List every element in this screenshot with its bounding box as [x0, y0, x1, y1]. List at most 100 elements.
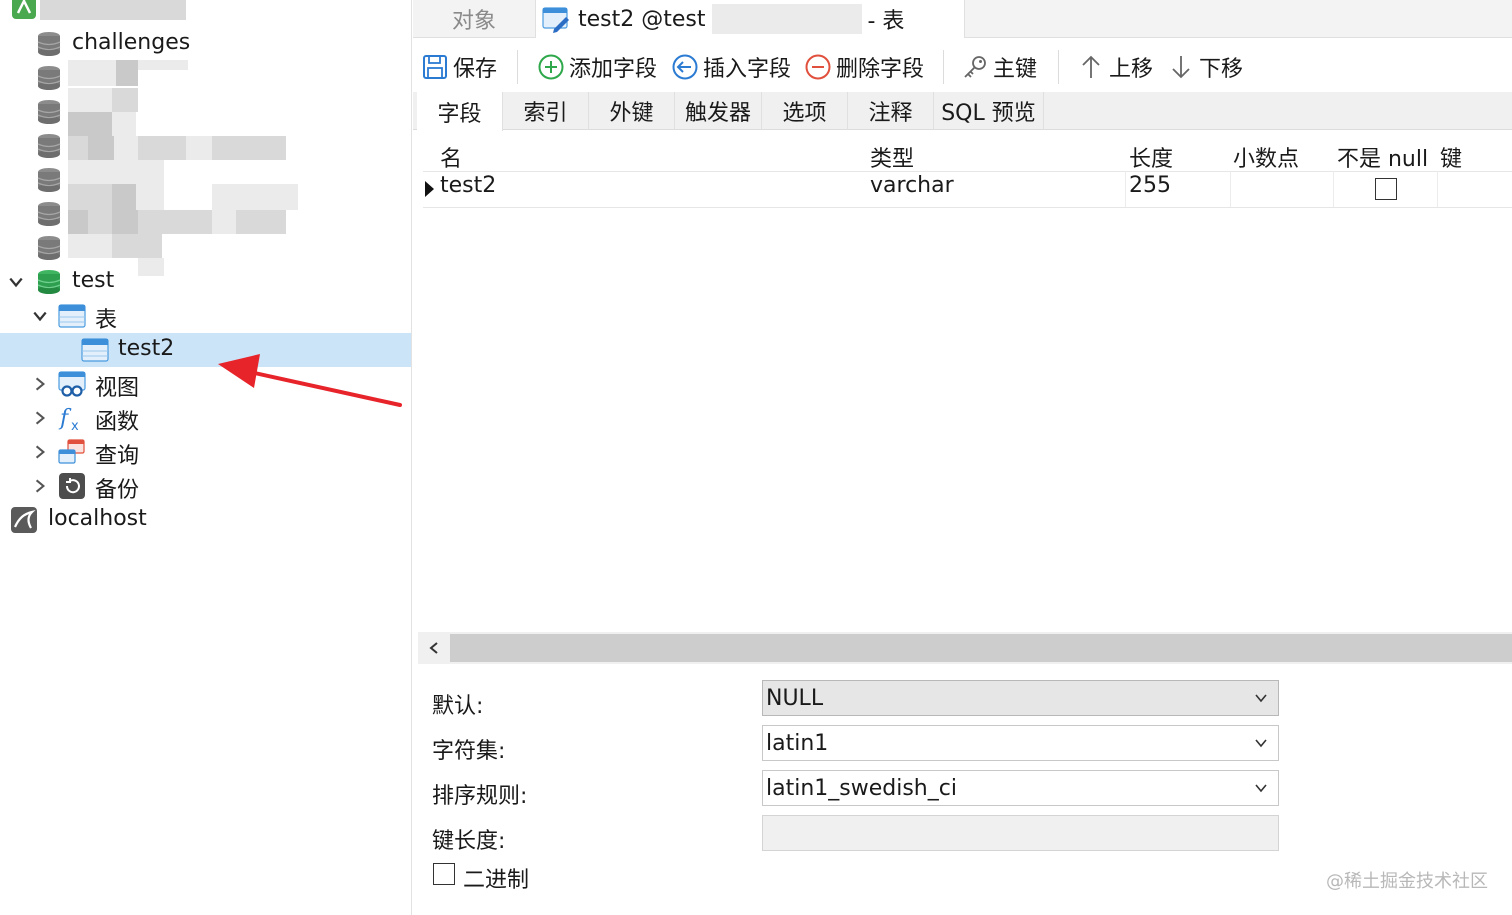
query-icon [58, 439, 85, 464]
primary-key-label: 主键 [993, 57, 1038, 82]
toolbar-divider [1058, 50, 1059, 84]
object-tree[interactable]: challenges test 表 test2 视图 f x 函数 查询 备份 … [0, 0, 412, 915]
delete-field-button[interactable]: 删除字段 [804, 48, 924, 86]
key-icon [964, 56, 986, 78]
cell-type[interactable]: varchar [870, 173, 954, 198]
chevron-down-icon[interactable] [32, 308, 48, 324]
chevron-right-icon[interactable] [32, 410, 48, 426]
column-header-length[interactable]: 长度 [1129, 141, 1173, 173]
tab-indexes-label: 索引 [523, 101, 568, 126]
tab-triggers-label: 触发器 [684, 101, 751, 126]
cell-divider [1230, 171, 1231, 207]
column-header-key[interactable]: 键 [1440, 141, 1462, 173]
column-header-decimals[interactable]: 小数点 [1233, 141, 1299, 173]
table-designer: 对象 test2 @test - 表 保存 添加字段 插入字段 删除字段 主键 … [413, 0, 1512, 915]
tree-db-challenges[interactable]: challenges [0, 27, 411, 61]
tree-db-blurred[interactable] [0, 231, 411, 265]
tab-active-title: test2 @test [578, 6, 706, 32]
cell-length[interactable]: 255 [1129, 173, 1171, 198]
svg-text:x: x [71, 419, 79, 432]
tab-options-label: 选项 [782, 101, 827, 126]
fields-grid[interactable]: 名 类型 长度 小数点 不是 null 键 test2 varchar 255 [413, 131, 1512, 631]
not-null-checkbox[interactable] [1375, 178, 1397, 200]
move-down-label: 下移 [1199, 57, 1244, 82]
remove-circle-icon [805, 54, 831, 80]
tree-label-challenges: challenges [72, 30, 191, 55]
tab-options[interactable]: 选项 [762, 92, 848, 130]
redacted-host [711, 4, 862, 34]
row-pointer-icon [425, 181, 434, 197]
tab-sql-preview-label: SQL 预览 [941, 101, 1036, 126]
tree-group-queries[interactable]: 查询 [0, 435, 411, 469]
cell-divider [1125, 171, 1126, 207]
tab-fields-label: 字段 [437, 101, 482, 127]
tab-triggers[interactable]: 触发器 [675, 92, 762, 130]
primary-key-button[interactable]: 主键 [961, 48, 1037, 86]
tree-db-blurred[interactable] [0, 163, 411, 197]
tab-fields[interactable]: 字段 [417, 92, 503, 131]
collation-select[interactable]: latin1_swedish_ci [762, 770, 1279, 806]
tree-group-backups[interactable]: 备份 [0, 469, 411, 503]
binary-checkbox[interactable] [433, 863, 455, 885]
annotation-arrow-icon [218, 354, 402, 407]
view-icon [58, 371, 86, 397]
tree-connection-localhost[interactable]: localhost [0, 503, 411, 537]
database-icon [37, 134, 61, 158]
toolbar-divider [517, 50, 518, 84]
tree-db-blurred[interactable] [0, 95, 411, 129]
tree-row-connection-blurred[interactable] [0, 0, 411, 24]
scroll-left-icon[interactable] [424, 638, 444, 658]
save-button[interactable]: 保存 [421, 48, 497, 86]
insert-field-label: 插入字段 [703, 57, 792, 82]
database-icon [37, 168, 61, 192]
tab-indexes[interactable]: 索引 [503, 92, 589, 130]
charset-value: latin1 [766, 730, 829, 756]
backup-icon [59, 473, 85, 499]
default-value: NULL [766, 685, 824, 711]
arrow-up-icon [1082, 55, 1100, 78]
designer-toolbar: 保存 添加字段 插入字段 删除字段 主键 上移 下移 [413, 44, 1512, 90]
column-header-type[interactable]: 类型 [870, 141, 914, 173]
chevron-down-icon[interactable] [8, 274, 24, 290]
charset-label: 字符集: [432, 739, 506, 764]
add-field-label: 添加字段 [569, 57, 658, 82]
add-field-button[interactable]: 添加字段 [537, 48, 657, 86]
key-length-label: 键长度: [432, 829, 506, 854]
column-header-name[interactable]: 名 [440, 141, 462, 173]
designer-tabs: 字段 索引 外键 触发器 选项 注释 SQL 预览 [413, 92, 1512, 131]
tables-folder-icon [58, 304, 86, 328]
tree-db-blurred[interactable] [0, 61, 411, 95]
tree-label-tables: 表 [95, 308, 118, 333]
table-icon [81, 338, 109, 362]
horizontal-scrollbar[interactable] [418, 632, 1512, 664]
tab-foreign-keys[interactable]: 外键 [589, 92, 675, 130]
tree-db-test[interactable]: test [0, 265, 411, 299]
chevron-down-icon [1255, 739, 1267, 748]
move-down-button[interactable]: 下移 [1167, 48, 1243, 86]
tab-active-suffix: - 表 [867, 9, 905, 34]
collation-value: latin1_swedish_ci [766, 775, 957, 801]
charset-select[interactable]: latin1 [762, 725, 1279, 761]
scrollbar-thumb[interactable] [450, 634, 1512, 662]
svg-text:f: f [58, 406, 72, 431]
tree-group-tables[interactable]: 表 [0, 299, 411, 333]
watermark: @稀土掘金技术社区 [1326, 871, 1488, 892]
move-up-button[interactable]: 上移 [1077, 48, 1153, 86]
tree-label-localhost: localhost [48, 506, 147, 531]
blurred-label [40, 0, 186, 20]
default-select[interactable]: NULL [762, 680, 1279, 716]
tab-comments[interactable]: 注释 [848, 92, 934, 130]
chevron-right-icon[interactable] [32, 376, 48, 392]
chevron-right-icon[interactable] [32, 444, 48, 460]
function-icon: f x [58, 406, 79, 432]
cell-name[interactable]: test2 [440, 173, 496, 198]
chevron-right-icon[interactable] [32, 478, 48, 494]
column-header-not-null[interactable]: 不是 null [1337, 141, 1428, 173]
tab-table-design[interactable]: test2 @test - 表 [535, 0, 965, 38]
tab-objects[interactable]: 对象 [413, 0, 535, 38]
tree-label-backups: 备份 [95, 478, 140, 503]
database-icon [37, 32, 61, 56]
insert-field-button[interactable]: 插入字段 [671, 48, 791, 86]
save-label: 保存 [453, 57, 498, 82]
tab-sql-preview[interactable]: SQL 预览 [934, 92, 1044, 130]
